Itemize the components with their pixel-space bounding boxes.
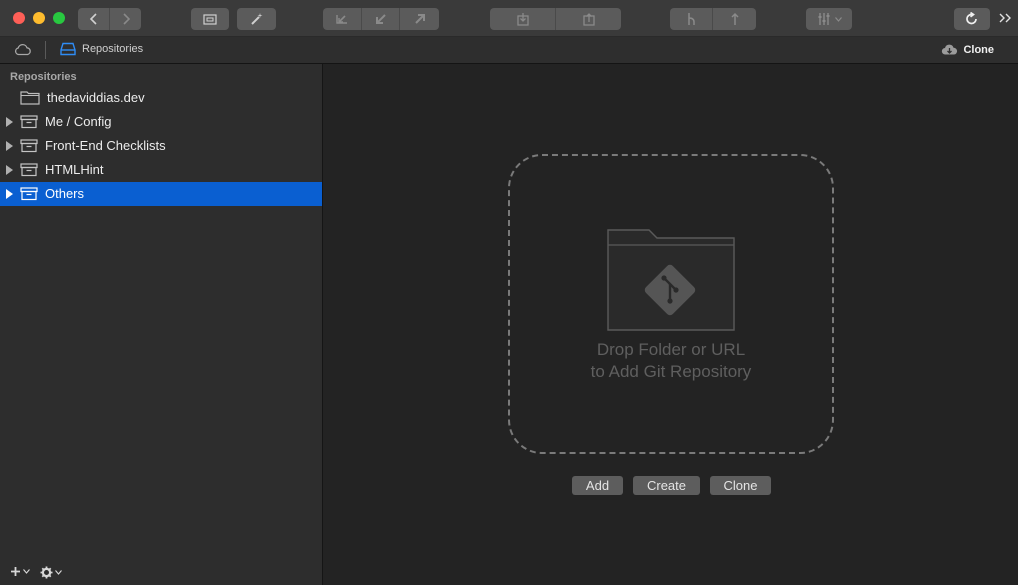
zoom-window-button[interactable] [53, 12, 65, 24]
tag-button[interactable] [713, 8, 756, 30]
branch-button[interactable] [670, 8, 713, 30]
chevron-right-icon [122, 13, 130, 25]
double-chevron-right-icon [999, 13, 1011, 23]
sidebar-item-htmlhint[interactable]: HTMLHint [0, 158, 322, 182]
chevron-left-icon [89, 13, 97, 25]
archive-box-icon [20, 162, 38, 180]
chevron-down-icon [55, 570, 62, 575]
sidebar-item-front-end-checklists[interactable]: Front-End Checklists [0, 134, 322, 158]
toolbar [0, 0, 1018, 37]
sync-group [323, 8, 439, 30]
sidebar-item-label: Me / Config [45, 114, 112, 129]
stash-group [490, 8, 621, 30]
drop-hint-line-1: Drop Folder or URL [596, 340, 746, 359]
archive-box-icon [20, 114, 38, 132]
forward-button[interactable] [110, 8, 141, 30]
tab-repositories[interactable]: Repositories [60, 42, 143, 56]
sidebar-footer [0, 561, 322, 585]
back-button[interactable] [78, 8, 110, 30]
refresh-icon [966, 12, 977, 25]
disclosure-triangle-icon[interactable] [6, 117, 13, 127]
sidebar-item-label: thedaviddias.dev [47, 90, 145, 105]
folder-icon [20, 90, 40, 108]
tab-repositories-label: Repositories [82, 43, 144, 55]
merge-options-button[interactable] [806, 8, 852, 30]
chevron-down-icon [23, 569, 30, 574]
create-button[interactable]: Create [633, 476, 700, 495]
plus-icon [11, 567, 20, 576]
sliders-icon [818, 13, 829, 25]
repository-drop-zone[interactable]: Drop Folder or URL to Add Git Repository [508, 154, 834, 454]
add-button[interactable]: Add [572, 476, 623, 495]
options-group [806, 8, 852, 30]
close-window-button[interactable] [13, 12, 25, 24]
folder-box-icon [203, 14, 217, 25]
clone-button[interactable]: Clone [710, 476, 771, 495]
refresh-group [954, 8, 990, 30]
push-button[interactable] [400, 8, 439, 30]
drop-hint-line-2: to Add Git Repository [590, 362, 752, 381]
archive-box-icon [20, 138, 38, 156]
magic-wand-icon [250, 13, 262, 25]
sidebar-item-me-config[interactable]: Me / Config [0, 110, 322, 134]
unstash-box-icon [582, 13, 595, 26]
sidebar-item-others[interactable]: Others [0, 182, 322, 206]
main-panel: Drop Folder or URL to Add Git Repository… [324, 64, 1018, 585]
minimize-window-button[interactable] [33, 12, 45, 24]
sidebar-heading: Repositories [10, 71, 77, 83]
sidebar-item-label: HTMLHint [45, 162, 104, 177]
sidebar: Repositories thedaviddias.dev Me / Confi… [0, 64, 323, 585]
chevron-down-icon [834, 16, 842, 22]
stash-box-icon [516, 13, 529, 26]
cloud-download-icon [942, 44, 958, 55]
gear-icon [40, 566, 53, 579]
branch-group [670, 8, 756, 30]
open-group [191, 8, 229, 30]
push-arrow-icon [414, 14, 425, 24]
archive-box-icon [20, 186, 38, 204]
pull-arrow-icon [375, 14, 386, 24]
open-repository-button[interactable] [191, 8, 229, 30]
magic-wand-button[interactable] [237, 8, 276, 30]
stash-button[interactable] [490, 8, 556, 30]
sidebar-item-thedaviddias-dev[interactable]: thedaviddias.dev [0, 86, 322, 110]
toolbar-overflow-button[interactable] [998, 11, 1012, 29]
unstash-button[interactable] [556, 8, 621, 30]
tab-clone[interactable]: Clone [941, 43, 994, 56]
disclosure-triangle-icon[interactable] [6, 165, 13, 175]
sidebar-item-label: Others [45, 186, 85, 201]
tab-bar: Repositories Clone [0, 37, 1018, 64]
refresh-button[interactable] [954, 8, 990, 30]
disclosure-triangle-icon[interactable] [6, 141, 13, 151]
sidebar-item-label: Front-End Checklists [45, 138, 166, 153]
repository-drive-icon [60, 42, 76, 56]
git-folder-icon [607, 229, 735, 331]
wand-group [237, 8, 276, 30]
settings-menu-button[interactable] [40, 566, 62, 579]
branch-icon [688, 13, 695, 25]
tag-arrow-icon [730, 12, 739, 25]
disclosure-triangle-icon[interactable] [6, 189, 13, 199]
fetch-arrow-icon [336, 15, 347, 24]
navigation-group [78, 8, 141, 30]
cloud-icon [14, 44, 31, 56]
tab-divider [45, 41, 46, 59]
cloud-services-button[interactable] [14, 43, 32, 61]
tab-clone-label: Clone [963, 43, 994, 56]
add-menu-button[interactable] [10, 566, 30, 577]
pull-button[interactable] [362, 8, 400, 30]
fetch-button[interactable] [323, 8, 362, 30]
